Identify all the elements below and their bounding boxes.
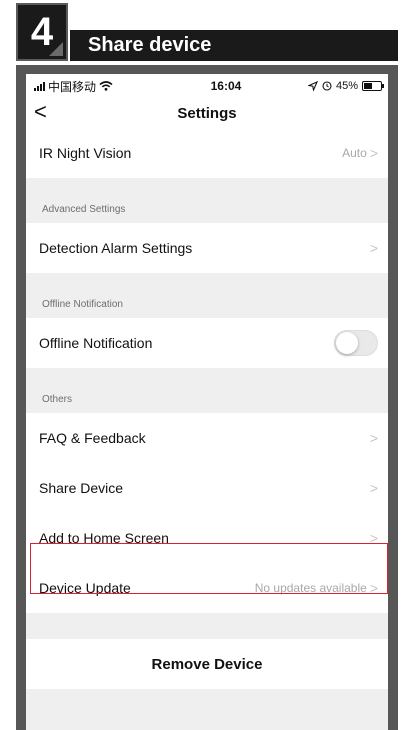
nav-bar: < Settings xyxy=(26,98,388,128)
step-header: 4 Share device xyxy=(16,3,398,61)
back-chevron-icon[interactable]: < xyxy=(34,101,47,123)
row-value: Auto xyxy=(342,146,367,160)
page-title: Settings xyxy=(177,104,237,122)
toggle-knob xyxy=(336,332,358,354)
row-share-device[interactable]: Share Device > xyxy=(26,463,388,513)
step-title-bar: Share device xyxy=(70,30,398,61)
row-label: Offline Notification xyxy=(39,335,153,351)
chevron-right-icon: > xyxy=(369,530,378,546)
row-label: Add to Home Screen xyxy=(39,530,169,546)
status-bar: 中国移动 16:04 45% xyxy=(26,74,388,98)
battery-percent: 45% xyxy=(335,80,358,92)
phone-frame: 中国移动 16:04 45% < Settings IR Night Visio… xyxy=(16,65,398,730)
row-label: IR Night Vision xyxy=(39,145,132,161)
status-right: 45% xyxy=(307,80,384,92)
row-label: Device Update xyxy=(39,580,131,596)
section-others: Others xyxy=(42,394,73,405)
location-arrow-icon xyxy=(307,81,318,91)
row-device-update[interactable]: Device Update No updates available > xyxy=(26,563,388,613)
signal-icon xyxy=(34,81,45,91)
row-value: No updates available xyxy=(254,581,367,595)
chevron-right-icon: > xyxy=(369,145,378,161)
row-label: FAQ & Feedback xyxy=(39,430,146,446)
step-title: Share device xyxy=(88,34,212,56)
chevron-right-icon: > xyxy=(369,580,378,596)
phone-screen: 中国移动 16:04 45% < Settings IR Night Visio… xyxy=(26,74,388,730)
chevron-right-icon: > xyxy=(369,240,378,256)
wifi-icon xyxy=(99,81,113,91)
row-label: Share Device xyxy=(39,480,124,496)
carrier-label: 中国移动 xyxy=(48,79,97,94)
status-time: 16:04 xyxy=(210,79,242,93)
row-detection-alarm-settings[interactable]: Detection Alarm Settings > xyxy=(26,223,388,273)
section-advanced-settings: Advanced Settings xyxy=(42,204,126,215)
row-faq-feedback[interactable]: FAQ & Feedback > xyxy=(26,413,388,463)
remove-device-label: Remove Device xyxy=(151,655,263,673)
row-ir-night-vision[interactable]: IR Night Vision Auto > xyxy=(26,128,388,178)
chevron-right-icon: > xyxy=(369,480,378,496)
step-number: 4 xyxy=(16,3,68,61)
row-offline-notification: Offline Notification xyxy=(26,318,388,368)
section-offline-notification: Offline Notification xyxy=(42,299,123,310)
remove-device-button[interactable]: Remove Device xyxy=(26,639,388,689)
battery-icon xyxy=(362,81,384,91)
row-add-to-home-screen[interactable]: Add to Home Screen > xyxy=(26,513,388,563)
chevron-right-icon: > xyxy=(369,430,378,446)
alarm-icon xyxy=(322,81,332,91)
offline-notification-toggle[interactable] xyxy=(334,330,378,356)
row-label: Detection Alarm Settings xyxy=(39,240,193,256)
